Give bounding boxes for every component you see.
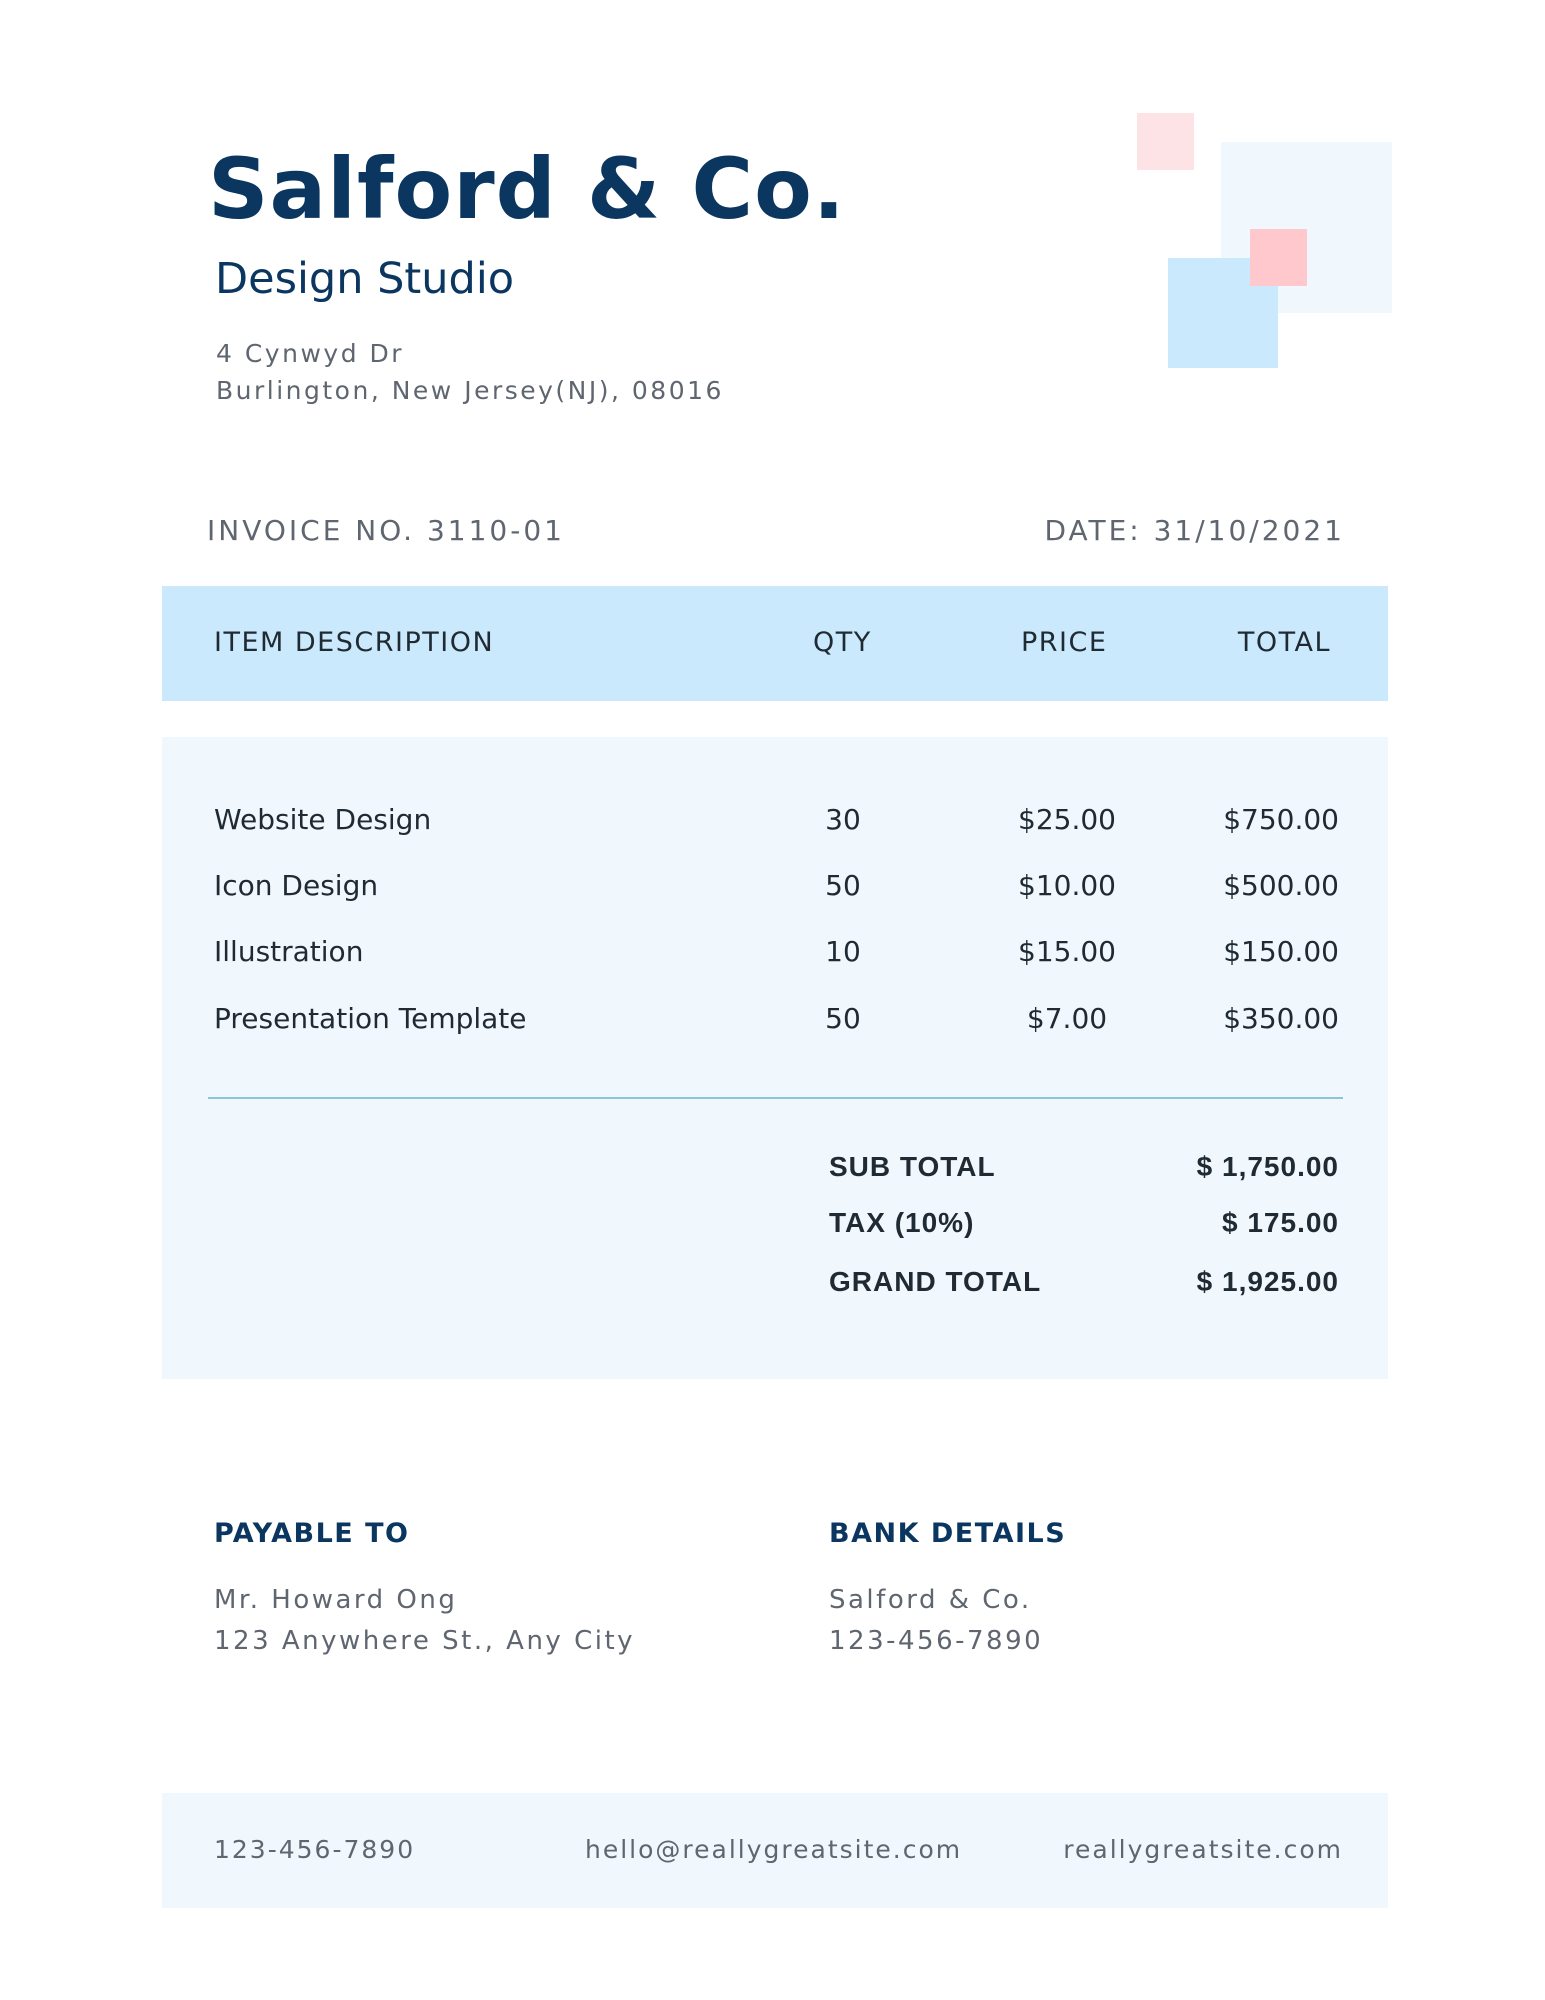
table-row: Website Design 30 $25.00 $750.00: [0, 803, 1545, 843]
bank-account: 123-456-7890: [829, 1626, 1044, 1656]
tax-label: TAX (10%): [829, 1207, 975, 1238]
address-line-1: 4 Cynwyd Dr: [216, 339, 405, 368]
table-row: Presentation Template 50 $7.00 $350.00: [0, 1002, 1545, 1042]
row-total: $750.00: [1223, 803, 1339, 836]
payable-name: Mr. Howard Ong: [214, 1585, 458, 1615]
invoice-date: DATE: 31/10/2021: [1044, 514, 1345, 547]
row-total: $500.00: [1223, 869, 1339, 902]
bank-details: Salford & Co. 123-456-7890: [829, 1580, 1043, 1662]
row-description: Presentation Template: [214, 1002, 527, 1035]
company-address: 4 Cynwyd Dr Burlington, New Jersey(NJ), …: [216, 335, 724, 409]
row-description: Illustration: [214, 935, 364, 968]
row-price: $15.00: [1018, 935, 1116, 968]
address-line-2: Burlington, New Jersey(NJ), 08016: [216, 376, 724, 405]
tax-value: $ 175.00: [1222, 1207, 1339, 1238]
bank-name: Salford & Co.: [829, 1585, 1032, 1615]
decor-square-pink: [1250, 229, 1307, 286]
row-qty: 50: [825, 869, 861, 902]
row-description: Website Design: [214, 803, 432, 836]
decor-square-light-pink: [1137, 113, 1194, 170]
row-qty: 30: [825, 803, 861, 836]
row-price: $10.00: [1018, 869, 1116, 902]
table-divider: [208, 1097, 1343, 1099]
row-price: $25.00: [1018, 803, 1116, 836]
header-price: PRICE: [1021, 627, 1108, 658]
header-item-description: ITEM DESCRIPTION: [214, 627, 495, 658]
subtotal-value: $ 1,750.00: [1196, 1151, 1339, 1182]
invoice-number: INVOICE NO. 3110-01: [207, 514, 565, 547]
row-total: $350.00: [1223, 1002, 1339, 1035]
header-qty: QTY: [813, 627, 872, 658]
row-qty: 10: [825, 935, 861, 968]
company-subtitle: Design Studio: [215, 254, 515, 304]
row-total: $150.00: [1223, 935, 1339, 968]
grand-total-value: $ 1,925.00: [1196, 1266, 1339, 1297]
row-qty: 50: [825, 1002, 861, 1035]
payable-to-details: Mr. Howard Ong 123 Anywhere St., Any Cit…: [214, 1580, 635, 1662]
subtotal-label: SUB TOTAL: [829, 1151, 996, 1182]
footer-phone[interactable]: 123-456-7890: [214, 1835, 415, 1864]
row-description: Icon Design: [214, 869, 379, 902]
table-row: Illustration 10 $15.00 $150.00: [0, 935, 1545, 975]
footer-website[interactable]: reallygreatsite.com: [1063, 1835, 1343, 1864]
row-price: $7.00: [1026, 1002, 1108, 1035]
table-row: Icon Design 50 $10.00 $500.00: [0, 869, 1545, 909]
header-total: TOTAL: [1237, 627, 1331, 658]
bank-details-title: BANK DETAILS: [829, 1518, 1067, 1549]
payable-address: 123 Anywhere St., Any City: [214, 1626, 636, 1656]
grand-total-label: GRAND TOTAL: [829, 1266, 1042, 1297]
footer-email[interactable]: hello@reallygreatsite.com: [585, 1835, 962, 1864]
payable-to-title: PAYABLE TO: [214, 1518, 410, 1549]
company-name: Salford & Co.: [208, 140, 846, 238]
